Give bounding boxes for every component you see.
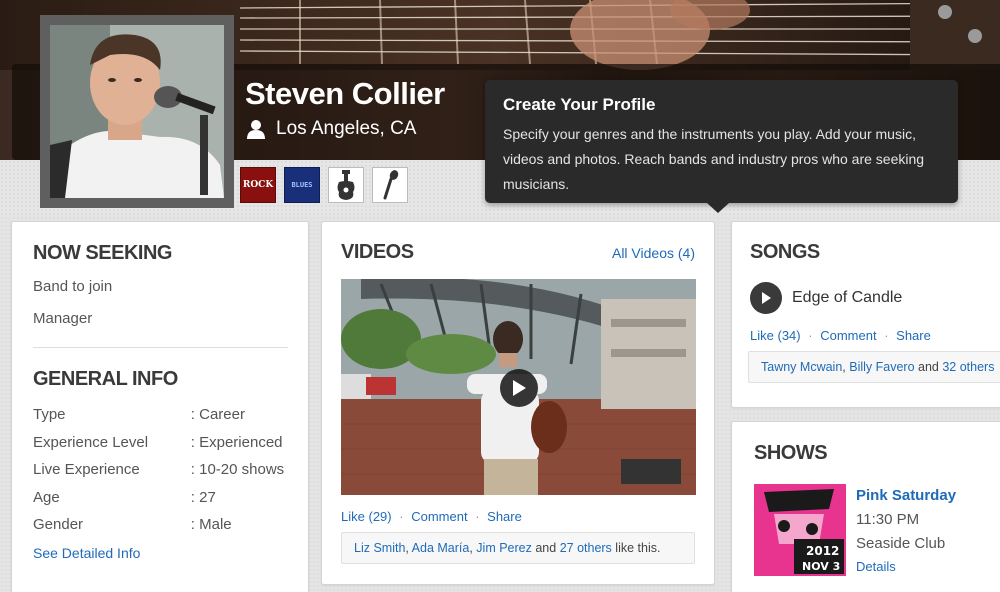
tooltip-body: Specify your genres and the instruments … xyxy=(503,126,925,192)
seeking-item: Band to join xyxy=(33,278,113,295)
video-likes-box: Liz Smith, Ada María, Jim Perez and 27 o… xyxy=(341,532,695,564)
rock-genre-badge[interactable]: ROCK xyxy=(240,167,276,203)
poster-date: NOV 3 xyxy=(802,560,840,573)
show-venue: Seaside Club xyxy=(856,535,946,552)
info-key: Age xyxy=(33,488,60,506)
profile-name: Steven Collier xyxy=(245,76,445,111)
video-like-count[interactable]: (29) xyxy=(368,509,391,524)
songs-card: SONGS Edge of Candle Like (34) · Comment… xyxy=(731,221,1000,408)
info-value: : Male xyxy=(190,516,232,534)
video-thumbnail[interactable] xyxy=(341,279,696,495)
show-item: 2012 NOV 3 Pink Saturday 11:30 PM Seasid… xyxy=(754,484,988,576)
blues-badge-label: BLUES xyxy=(291,181,313,189)
profile-photo xyxy=(50,25,224,198)
microphone-icon xyxy=(383,170,399,200)
play-icon xyxy=(762,292,771,304)
shows-heading: SHOWS xyxy=(754,442,828,464)
guitar-icon xyxy=(337,170,355,200)
liker-link[interactable]: Tawny Mcwain xyxy=(761,360,842,374)
info-value: : 10-20 shows xyxy=(190,461,285,479)
videos-header: VIDEOS All Videos (4) xyxy=(341,241,695,264)
song-like-link[interactable]: Like xyxy=(750,328,774,343)
microphone-instrument-badge[interactable] xyxy=(372,167,408,203)
info-key: Experience Level xyxy=(33,433,149,451)
video-share-link[interactable]: Share xyxy=(487,509,522,524)
info-row: Live Experience : 10-20 shows xyxy=(33,456,287,484)
video-social-row: Like (29) · Comment · Share xyxy=(341,509,695,524)
info-row: Type : Career xyxy=(33,401,287,429)
info-key: Gender xyxy=(33,516,84,534)
guitar-instrument-badge[interactable] xyxy=(328,167,364,203)
rock-badge-label: ROCK xyxy=(242,180,274,190)
profile-photo-frame[interactable] xyxy=(40,15,234,208)
separator: · xyxy=(475,509,480,524)
separator: · xyxy=(399,509,404,524)
video-play-button[interactable] xyxy=(500,369,538,407)
separator: · xyxy=(808,328,813,343)
song-play-button[interactable] xyxy=(750,282,782,314)
see-detailed-info-link[interactable]: See Detailed Info xyxy=(33,545,140,561)
info-value: : 27 xyxy=(190,488,216,506)
blues-genre-badge[interactable]: BLUES xyxy=(284,167,320,203)
all-videos-link[interactable]: All Videos (4) xyxy=(612,245,695,261)
video-comment-link[interactable]: Comment xyxy=(411,509,467,524)
liker-link[interactable]: Billy Favero xyxy=(849,360,914,374)
section-divider xyxy=(33,347,288,348)
info-key: Live Experience xyxy=(33,461,140,479)
songs-heading: SONGS xyxy=(750,241,820,263)
show-time: 11:30 PM xyxy=(856,511,920,528)
show-info: Pink Saturday 11:30 PM Seaside Club Deta… xyxy=(856,484,956,576)
show-poster[interactable]: 2012 NOV 3 xyxy=(754,484,846,576)
show-title-link[interactable]: Pink Saturday xyxy=(856,487,956,504)
info-row: Experience Level : Experienced xyxy=(33,429,287,457)
song-social-row: Like (34) · Comment · Share xyxy=(750,328,992,343)
profile-location: Los Angeles, CA xyxy=(276,118,417,139)
like-suffix: like this. xyxy=(611,541,661,555)
info-value: : Experienced xyxy=(190,433,283,451)
info-key: Type xyxy=(33,406,66,424)
general-info-table: Type : Career Experience Level : Experie… xyxy=(33,401,287,539)
seeking-info-card: NOW SEEKING Band to join Manager GENERAL… xyxy=(11,221,309,592)
others-link[interactable]: 32 others xyxy=(942,360,994,374)
separator: · xyxy=(884,328,889,343)
others-link[interactable]: 27 others xyxy=(560,541,612,555)
now-seeking-heading: NOW SEEKING xyxy=(33,242,172,264)
seeking-list: Band to join Manager xyxy=(33,277,287,329)
video-like-link[interactable]: Like xyxy=(341,509,365,524)
shows-card: SHOWS 2012 NOV 3 Pink Saturday 11:30 PM … xyxy=(731,421,1000,592)
create-profile-tooltip: Create Your Profile Specify your genres … xyxy=(485,80,958,213)
liker-link[interactable]: Jim Perez xyxy=(476,541,532,555)
song-row: Edge of Candle xyxy=(750,282,992,314)
song-like-count[interactable]: (34) xyxy=(777,328,800,343)
general-info-heading: GENERAL INFO xyxy=(33,368,178,390)
seeking-item: Manager xyxy=(33,310,93,327)
poster-year: 2012 xyxy=(806,544,839,558)
song-likes-box: Tawny Mcwain, Billy Favero and 32 others xyxy=(748,351,1000,383)
videos-heading: VIDEOS xyxy=(341,241,414,263)
liker-link[interactable]: Liz Smith xyxy=(354,541,405,555)
tooltip-title: Create Your Profile xyxy=(503,95,656,114)
song-title[interactable]: Edge of Candle xyxy=(792,289,902,307)
and-text: and xyxy=(531,541,560,555)
info-value: : Career xyxy=(190,406,245,424)
song-comment-link[interactable]: Comment xyxy=(820,328,876,343)
and-text: and xyxy=(914,360,943,374)
song-share-link[interactable]: Share xyxy=(896,328,931,343)
person-icon xyxy=(247,120,265,139)
location-row: Los Angeles, CA xyxy=(246,118,416,140)
videos-card: VIDEOS All Videos (4) Like (29) · Commen… xyxy=(321,221,715,585)
play-icon xyxy=(513,380,526,396)
show-poster-art: 2012 NOV 3 xyxy=(754,484,846,576)
liker-link[interactable]: Ada María xyxy=(412,541,470,555)
info-row: Gender : Male xyxy=(33,511,287,539)
show-details-link[interactable]: Details xyxy=(856,559,956,574)
info-row: Age : 27 xyxy=(33,484,287,512)
badge-row: ROCK BLUES xyxy=(240,167,408,203)
